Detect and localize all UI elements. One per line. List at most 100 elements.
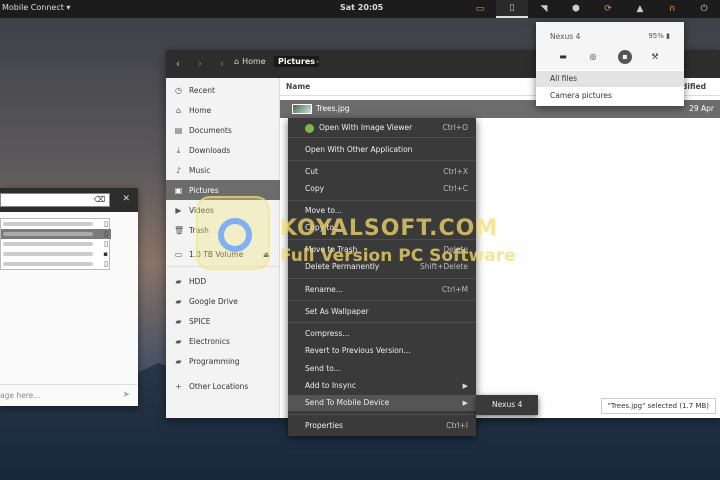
folder-icon: ▰ <box>175 336 182 346</box>
column-name[interactable]: Name <box>286 82 310 91</box>
sidebar-item-electronics[interactable]: ▰ Electronics <box>166 331 280 351</box>
message-input[interactable]: age here... <box>0 391 40 400</box>
list-item[interactable]: ▪ <box>1 249 111 259</box>
menu-separator <box>288 200 476 201</box>
trash-icon: 🗑 <box>174 225 185 235</box>
clear-icon[interactable]: ⌫ <box>94 195 105 204</box>
sync-icon[interactable]: ⟳ <box>592 0 624 18</box>
menu-item-move-to-trash[interactable]: Move to Trash Delete <box>288 242 476 258</box>
sidebar-item-downloads[interactable]: ⤓ Downloads <box>166 140 280 160</box>
network-icon[interactable]: ▲ <box>624 0 656 18</box>
browse-files-icon[interactable]: ▪ <box>618 50 632 64</box>
list-item[interactable]: ▯ <box>1 229 111 239</box>
find-phone-icon[interactable]: ◎ <box>586 50 600 64</box>
menu-separator <box>288 239 476 240</box>
menu-separator <box>288 160 476 161</box>
eject-icon[interactable]: ⏏ <box>263 250 270 259</box>
home-icon: ⌂ <box>234 57 240 66</box>
menu-item-move-to[interactable]: Move to... <box>288 203 476 219</box>
breadcrumb-home[interactable]: ⌂ Home <box>234 57 266 66</box>
device-header: Nexus 4 95% ▮ ▬ ◎ ▪ ⚒ <box>536 22 684 70</box>
briefcase-icon: ▪ <box>103 250 108 258</box>
list-item[interactable]: ▯ <box>1 219 111 229</box>
power-icon[interactable]: ⏻ <box>688 0 720 18</box>
folder-icon: ▰ <box>175 276 182 286</box>
menu-item-compress[interactable]: Compress... <box>288 326 476 342</box>
battery-level: 95% ▮ <box>648 32 670 40</box>
sidebar-item-recent[interactable]: ◷ Recent <box>166 80 280 100</box>
menu-item-open-other[interactable]: Open With Other Application <box>288 142 476 158</box>
sidebar-item-home[interactable]: ⌂ Home <box>166 100 280 120</box>
breadcrumb-home-label: Home <box>242 57 266 66</box>
clock-icon: ◷ <box>175 85 182 95</box>
path-right-button[interactable]: › <box>316 57 319 66</box>
clock[interactable]: Sat 20:05 <box>340 3 383 12</box>
submenu-item-nexus[interactable]: Nexus 4 <box>476 397 538 413</box>
menu-separator <box>288 414 476 415</box>
folder-icon: ▰ <box>175 296 182 306</box>
rss-icon[interactable]: ◥ <box>528 0 560 18</box>
sidebar-item-trash[interactable]: 🗑 Trash <box>166 220 280 240</box>
submenu-arrow-icon: ▶ <box>462 399 468 407</box>
sidebar-item-programming[interactable]: ▰ Programming <box>166 351 280 371</box>
window-icon[interactable]: ▭ <box>464 0 496 18</box>
back-button[interactable]: ‹ <box>170 56 186 72</box>
message-icon[interactable]: ▬ <box>556 50 570 64</box>
menu-separator <box>288 278 476 279</box>
menu-item-send-to[interactable]: Send to... <box>288 361 476 377</box>
menu-item-revert[interactable]: Revert to Previous Version... <box>288 343 476 359</box>
submenu-arrow-icon: ▶ <box>462 382 468 390</box>
breadcrumb-current[interactable]: Pictures <box>274 56 319 67</box>
menu-item-cut[interactable]: Cut Ctrl+X <box>288 164 476 180</box>
sidebar-item-music[interactable]: ♪ Music <box>166 160 280 180</box>
send-icon[interactable]: ➤ <box>122 390 130 400</box>
list-item[interactable]: ▯ <box>1 259 111 269</box>
close-icon[interactable]: ✕ <box>122 194 130 204</box>
image-thumbnail <box>292 104 312 114</box>
menu-separator <box>288 137 476 138</box>
phone-icon[interactable]: ▯ <box>496 0 528 18</box>
phone-icon: ▯ <box>104 260 108 268</box>
column-modified[interactable]: dified <box>682 82 706 91</box>
sidebar-divider <box>166 266 280 267</box>
home-icon: ⌂ <box>175 105 182 115</box>
file-date: 29 Apr <box>689 104 714 113</box>
menu-separator <box>288 322 476 323</box>
system-tray: ▭ ▯ ◥ ⬢ ⟳ ▲ ∩ ⏻ <box>464 0 720 18</box>
path-left-button[interactable]: ‹ <box>214 56 230 72</box>
sidebar-item-volume[interactable]: ▭ 1.0 TB Volume ⏏ <box>166 244 280 264</box>
sidebar-item-spice[interactable]: ▰ SPICE <box>166 311 280 331</box>
popup-item-camera-pictures[interactable]: Camera pictures <box>536 88 684 104</box>
package-icon[interactable]: ⬢ <box>560 0 592 18</box>
sidebar-item-other-locations[interactable]: + Other Locations <box>166 376 280 396</box>
menu-item-delete-permanently[interactable]: Delete Permanently Shift+Delete <box>288 259 476 275</box>
menu-item-add-to-insync[interactable]: Add to Insync ▶ <box>288 378 476 394</box>
sidebar: ◷ Recent ⌂ Home ▤ Documents ⤓ Downloads ♪ Mus… <box>166 78 280 418</box>
image-viewer-icon <box>305 124 314 133</box>
menu-item-copy[interactable]: Copy Ctrl+C <box>288 181 476 197</box>
video-icon: ▶ <box>175 205 182 215</box>
forward-button[interactable]: › <box>192 56 208 72</box>
phone-icon: ▯ <box>104 240 108 248</box>
menu-item-copy-to[interactable]: Copy to... <box>288 220 476 236</box>
battery-icon: ▮ <box>666 32 670 40</box>
sidebar-item-documents[interactable]: ▤ Documents <box>166 120 280 140</box>
menu-item-open-image-viewer[interactable]: Open With Image Viewer Ctrl+O <box>288 120 476 136</box>
headphones-icon[interactable]: ∩ <box>656 0 688 18</box>
menu-item-rename[interactable]: Rename... Ctrl+M <box>288 282 476 298</box>
sidebar-item-google-drive[interactable]: ▰ Google Drive <box>166 291 280 311</box>
sidebar-item-pictures[interactable]: ▣ Pictures <box>166 180 280 200</box>
menu-item-properties[interactable]: Properties Ctrl+I <box>288 418 476 434</box>
app-menu-button[interactable]: Mobile Connect ▾ <box>2 3 70 12</box>
popup-item-all-files[interactable]: All files <box>536 71 684 87</box>
menu-item-send-to-mobile[interactable]: Send To Mobile Device ▶ <box>288 395 476 411</box>
device-name: Nexus 4 <box>550 32 581 41</box>
sidebar-item-hdd[interactable]: ▰ HDD <box>166 271 280 291</box>
status-bar: "Trees.jpg" selected (1.7 MB) <box>600 398 716 414</box>
sidebar-item-videos[interactable]: ▶ Videos <box>166 200 280 220</box>
drive-icon: ▭ <box>174 249 183 259</box>
context-menu: Open With Image Viewer Ctrl+O Open With … <box>288 118 476 436</box>
list-item[interactable]: ▯ <box>1 239 111 249</box>
menu-item-set-wallpaper[interactable]: Set As Wallpaper <box>288 304 476 320</box>
settings-icon[interactable]: ⚒ <box>648 50 662 64</box>
